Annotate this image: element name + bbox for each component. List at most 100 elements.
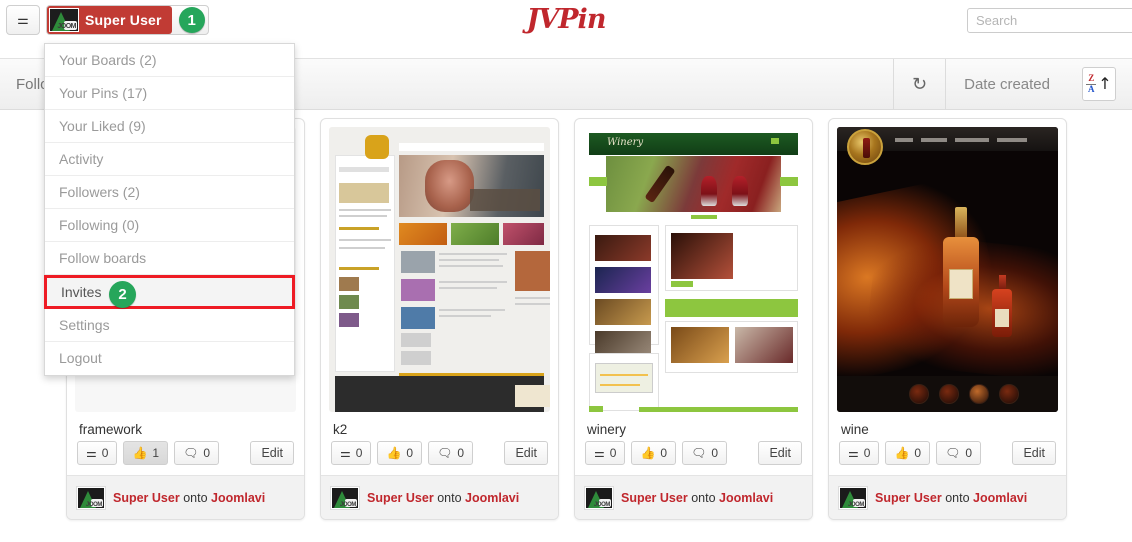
pin-icon: ⚌ xyxy=(340,446,351,460)
menu-item-your-pins[interactable]: Your Pins (17) xyxy=(45,77,294,110)
search-input[interactable] xyxy=(967,8,1132,33)
repin-button[interactable]: ⚌ 0 xyxy=(331,441,372,465)
pin-board[interactable]: Joomlavi xyxy=(973,491,1027,505)
comment-button[interactable]: 🗨 0 xyxy=(936,441,982,465)
pin-author[interactable]: Super User xyxy=(621,491,688,505)
pin-thumbnail[interactable] xyxy=(329,127,550,412)
wine-website-screenshot xyxy=(837,127,1058,412)
pin-board[interactable]: Joomlavi xyxy=(211,491,265,505)
app-header: ⚌ JOOM Super User 1 JVPin xyxy=(0,0,1132,40)
sort-za-icon: Z A xyxy=(1086,73,1097,94)
sort-field-dropdown[interactable]: Date created xyxy=(945,59,1068,109)
thumb-up-icon: 👍 xyxy=(386,446,402,460)
like-button[interactable]: 👍 1 xyxy=(123,441,169,465)
user-dropdown-menu: Your Boards (2) Your Pins (17) Your Like… xyxy=(44,43,295,376)
repin-count: 0 xyxy=(101,446,109,460)
avatar-label: JOOM xyxy=(85,501,102,508)
edit-button[interactable]: Edit xyxy=(250,441,294,465)
pin-board[interactable]: Joomlavi xyxy=(719,491,773,505)
menu-item-activity[interactable]: Activity xyxy=(45,143,294,176)
like-count: 1 xyxy=(152,446,160,460)
pin-icon: ⚌ xyxy=(848,446,859,460)
pin-author[interactable]: Super User xyxy=(875,491,942,505)
onto-word: onto xyxy=(691,490,716,505)
comment-button[interactable]: 🗨 0 xyxy=(428,441,474,465)
avatar: JOOM xyxy=(77,486,105,509)
onto-word: onto xyxy=(437,490,462,505)
avatar-label: JOOM xyxy=(847,501,864,508)
menu-item-your-liked[interactable]: Your Liked (9) xyxy=(45,110,294,143)
repin-count: 0 xyxy=(609,446,617,460)
menu-item-settings[interactable]: Settings xyxy=(45,309,294,342)
pin-title: k2 xyxy=(333,422,348,437)
pin-author[interactable]: Super User xyxy=(367,491,434,505)
pin-actions: ⚌ 0 👍 0 🗨 0 Edit xyxy=(575,441,812,475)
comment-icon: 🗨 xyxy=(691,446,707,460)
sort-z-letter: Z xyxy=(1088,73,1095,83)
sort-a-letter: A xyxy=(1088,84,1095,94)
menu-item-follow-boards[interactable]: Follow boards xyxy=(45,242,294,275)
refresh-icon: ↻ xyxy=(912,73,928,95)
menu-item-invites[interactable]: Invites 2 xyxy=(44,275,295,309)
pin-card[interactable]: k2 ⚌ 0 👍 0 🗨 0 Edit JOOM Super User onto xyxy=(320,118,559,520)
like-button[interactable]: 👍 0 xyxy=(885,441,931,465)
pin-attribution: Super User onto Joomlavi xyxy=(113,491,265,505)
repin-count: 0 xyxy=(355,446,363,460)
pin-actions: ⚌ 0 👍 0 🗨 0 Edit xyxy=(321,441,558,475)
toolbar-right-group: ↻ Date created Z A ↑ xyxy=(893,59,1132,109)
thumb-up-icon: 👍 xyxy=(894,446,910,460)
edit-button[interactable]: Edit xyxy=(758,441,802,465)
thumb-up-icon: 👍 xyxy=(640,446,656,460)
site-logo[interactable]: JVPin xyxy=(0,4,1132,35)
pin-attribution: Super User onto Joomlavi xyxy=(875,491,1027,505)
pin-actions: ⚌ 0 👍 1 🗨 0 Edit xyxy=(67,441,304,475)
pin-card[interactable]: wine ⚌ 0 👍 0 🗨 0 Edit JOOM Super User on… xyxy=(828,118,1067,520)
avatar-label: JOOM xyxy=(57,23,76,30)
menu-item-your-boards[interactable]: Your Boards (2) xyxy=(45,44,294,77)
like-count: 0 xyxy=(406,446,414,460)
pin-footer: JOOM Super User onto Joomlavi xyxy=(67,475,304,519)
like-count: 0 xyxy=(660,446,668,460)
menu-item-invites-label: Invites xyxy=(61,284,102,300)
sort-direction-button[interactable]: Z A ↑ xyxy=(1082,67,1116,101)
refresh-button[interactable]: ↻ xyxy=(893,59,945,109)
edit-button[interactable]: Edit xyxy=(1012,441,1056,465)
comment-icon: 🗨 xyxy=(945,446,961,460)
comment-icon: 🗨 xyxy=(437,446,453,460)
menu-item-followers[interactable]: Followers (2) xyxy=(45,176,294,209)
repin-button[interactable]: ⚌ 0 xyxy=(839,441,880,465)
avatar-label: JOOM xyxy=(339,501,356,508)
repin-button[interactable]: ⚌ 0 xyxy=(77,441,118,465)
pin-board[interactable]: Joomlavi xyxy=(465,491,519,505)
comment-button[interactable]: 🗨 0 xyxy=(174,441,220,465)
avatar: JOOM xyxy=(585,486,613,509)
pin-icon: ⚌ xyxy=(594,446,605,460)
k2-website-screenshot xyxy=(329,127,550,412)
pin-attribution: Super User onto Joomlavi xyxy=(621,491,773,505)
sort-arrow-up-icon: ↑ xyxy=(1098,74,1112,93)
edit-button[interactable]: Edit xyxy=(504,441,548,465)
pin-attribution: Super User onto Joomlavi xyxy=(367,491,519,505)
like-count: 0 xyxy=(914,446,922,460)
pin-title: wine xyxy=(841,422,869,437)
pin-thumbnail[interactable]: Winery xyxy=(583,127,804,412)
pin-icon: ⚌ xyxy=(86,446,97,460)
pin-footer: JOOM Super User onto Joomlavi xyxy=(829,475,1066,519)
menu-item-logout[interactable]: Logout xyxy=(45,342,294,375)
onto-word: onto xyxy=(183,490,208,505)
repin-count: 0 xyxy=(863,446,871,460)
pin-footer: JOOM Super User onto Joomlavi xyxy=(575,475,812,519)
thumb-up-icon: 👍 xyxy=(132,446,148,460)
pin-author[interactable]: Super User xyxy=(113,491,180,505)
avatar-label: JOOM xyxy=(593,501,610,508)
pin-thumbnail[interactable] xyxy=(837,127,1058,412)
comment-button[interactable]: 🗨 0 xyxy=(682,441,728,465)
like-button[interactable]: 👍 0 xyxy=(631,441,677,465)
repin-button[interactable]: ⚌ 0 xyxy=(585,441,626,465)
pin-actions: ⚌ 0 👍 0 🗨 0 Edit xyxy=(829,441,1066,475)
pin-card[interactable]: Winery winery ⚌ 0 👍 0 🗨 0 Edit JOOM Supe… xyxy=(574,118,813,520)
menu-item-following[interactable]: Following (0) xyxy=(45,209,294,242)
comment-count: 0 xyxy=(457,446,465,460)
winery-website-screenshot: Winery xyxy=(583,127,804,412)
like-button[interactable]: 👍 0 xyxy=(377,441,423,465)
